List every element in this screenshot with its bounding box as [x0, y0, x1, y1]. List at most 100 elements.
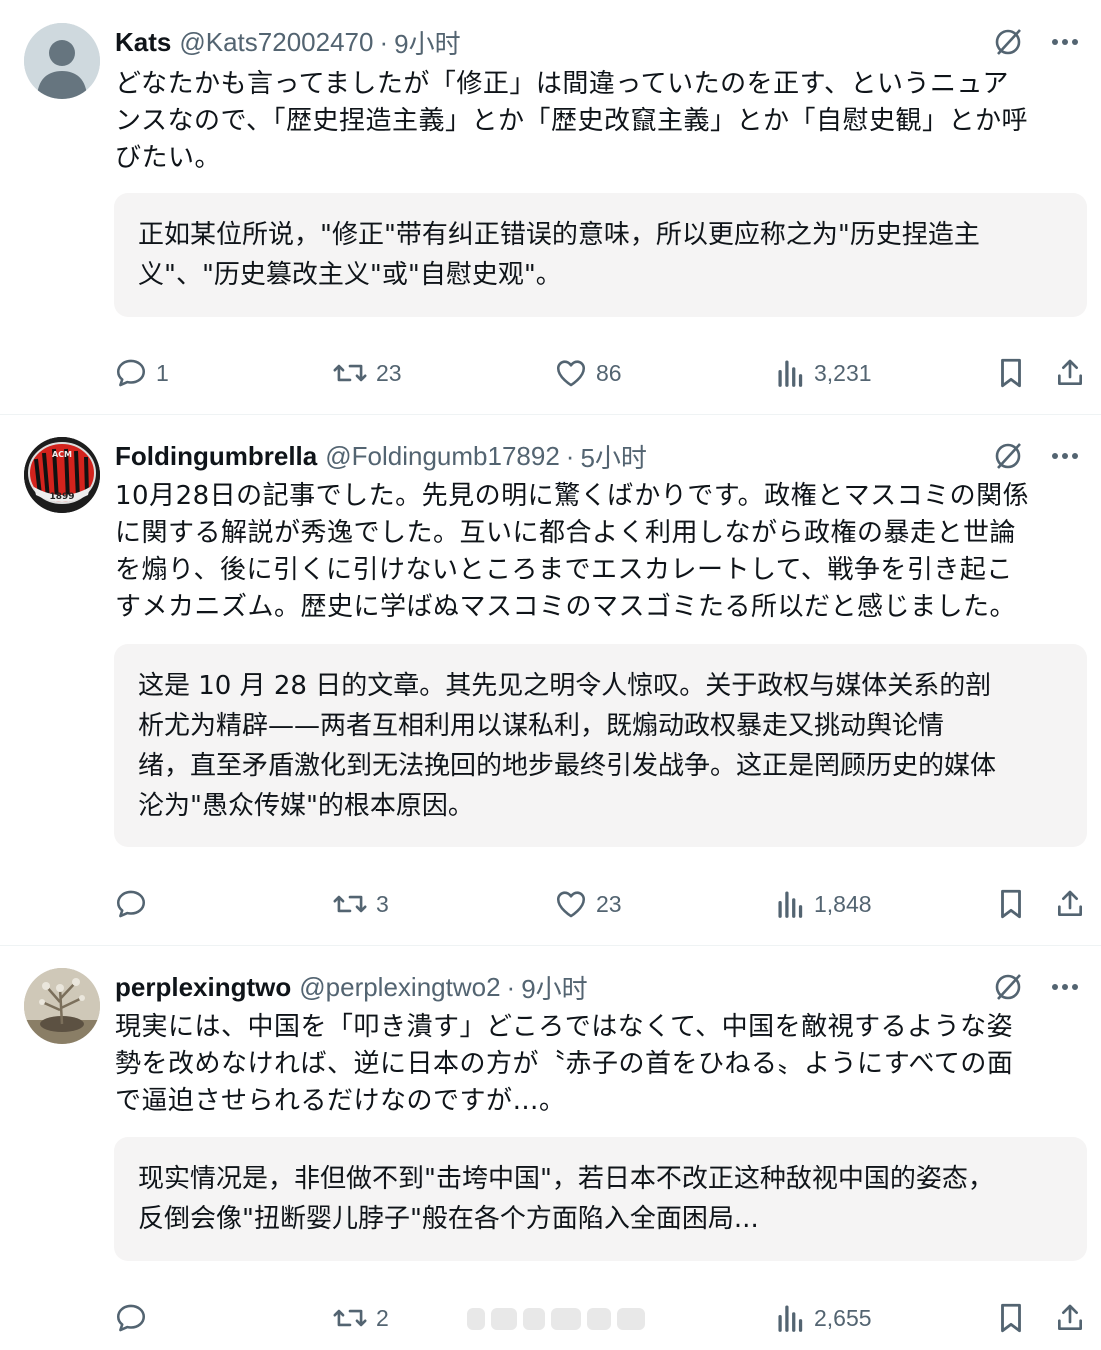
views-chart-icon: [778, 360, 803, 387]
text-line: ンスなので、「歴史捏造主義」とか「歴史改竄主義」とか「自慰史観」とか呼: [115, 106, 1028, 136]
post-time[interactable]: 5小时: [580, 438, 646, 475]
share-button[interactable]: [1054, 1298, 1086, 1338]
bookmark-icon: [1001, 889, 1021, 919]
separator-dot: ·: [506, 971, 516, 1002]
translation-line: 析尤为精辟——两者互相利用以谋私利，既煽动政权暴走又挑动舆论情: [138, 711, 945, 741]
header-icons: [991, 970, 1079, 1004]
heart-icon: [556, 360, 586, 387]
repost-button[interactable]: 2: [332, 1298, 389, 1338]
translation-line: 这是 10 月 28 日的文章。其先见之明令人惊叹。关于政权与媒体关系的剖: [138, 671, 992, 701]
header-icons: [991, 25, 1079, 59]
more-options-icon[interactable]: [1051, 982, 1079, 992]
bookmark-button[interactable]: [996, 884, 1026, 924]
action-bar: 1 23 86 3,231: [114, 353, 1089, 393]
like-button[interactable]: 23: [554, 884, 622, 924]
action-bar: 3 23 1,848: [114, 884, 1089, 924]
like-count: 86: [596, 359, 622, 386]
post-text: 10月28日の記事でした。先見の明に驚くばかりです。政権とマスコミの関係 に関す…: [115, 478, 1090, 626]
more-options-icon[interactable]: [1051, 451, 1079, 461]
reply-icon: [116, 1304, 146, 1332]
avatar[interactable]: [24, 968, 100, 1044]
views-button[interactable]: 1,848: [776, 884, 872, 924]
text-line: びたい。: [115, 143, 222, 173]
like-count: 23: [596, 890, 622, 917]
translation-box: 这是 10 月 28 日的文章。其先见之明令人惊叹。关于政权与媒体关系的剖 析尤…: [114, 644, 1087, 847]
views-count: 3,231: [814, 359, 872, 386]
default-avatar-icon: [24, 23, 100, 99]
text-line: どなたかも言ってましたが「修正」は間違っていたのを正す、というニュア: [115, 69, 1009, 99]
views-button[interactable]: 3,231: [776, 353, 872, 393]
repost-count: 2: [376, 1304, 389, 1331]
translation-box: 正如某位所说，"修正"带有纠正错误的意味，所以更应称之为"历史捏造主 义"、"历…: [114, 193, 1087, 317]
reply-icon: [116, 359, 146, 387]
views-count: 2,655: [814, 1304, 872, 1331]
post-time[interactable]: 9小时: [521, 969, 587, 1006]
views-chart-icon: [778, 1305, 803, 1332]
plant-photo-icon: [24, 968, 100, 1044]
text-line: 現実には、中国を「叩き潰す」どころではなくて、中国を敵視するような姿: [115, 1012, 1014, 1042]
author-name[interactable]: Kats: [115, 27, 171, 58]
post-3[interactable]: perplexingtwo @perplexingtwo2 · 9小时 現実には…: [0, 946, 1101, 1350]
post-text: 現実には、中国を「叩き潰す」どころではなくて、中国を敵視するような姿 勢を改めな…: [115, 1009, 1090, 1120]
repost-count: 23: [376, 359, 402, 386]
translation-box: 现实情况是，非但做不到"击垮中国"，若日本不改正这种敌视中国的姿态， 反倒会像"…: [114, 1137, 1087, 1261]
translation-line: 沦为"愚众传媒"的根本原因。: [138, 791, 474, 821]
text-line: 勢を改めなければ、逆に日本の方が〝赤子の首をひねる〟ようにすべての面: [115, 1049, 1014, 1079]
post-header: perplexingtwo @perplexingtwo2 · 9小时: [115, 970, 588, 1004]
svg-text:ACM: ACM: [52, 450, 72, 459]
translation-line: 义"、"历史篡改主义"或"自慰史观"。: [138, 260, 562, 290]
author-name[interactable]: Foldingumbrella: [115, 441, 317, 472]
author-name[interactable]: perplexingtwo: [115, 972, 291, 1003]
translation-line: 绪，直至矛盾激化到无法挽回的地步最终引发战争。这正是罔顾历史的媒体: [138, 751, 997, 781]
more-options-icon[interactable]: [1051, 37, 1079, 47]
reply-button[interactable]: [114, 884, 156, 924]
reply-count: 1: [156, 359, 169, 386]
post-text: どなたかも言ってましたが「修正」は間違っていたのを正す、というニュア ンスなので…: [115, 66, 1090, 177]
post-time[interactable]: 9小时: [394, 24, 460, 61]
translation-line: 正如某位所说，"修正"带有纠正错误的意味，所以更应称之为"历史捏造主: [138, 220, 980, 250]
translation-line: 现实情况是，非但做不到"击垮中国"，若日本不改正这种敌视中国的姿态，: [138, 1164, 994, 1194]
share-icon: [1058, 359, 1082, 385]
text-line: すメカニズム。歴史に学ばぬマスコミのマスゴミたる所以だと感じました。: [115, 592, 1017, 622]
bookmark-button[interactable]: [996, 1298, 1026, 1338]
grok-icon[interactable]: [991, 439, 1025, 473]
author-handle[interactable]: @perplexingtwo2: [299, 972, 500, 1003]
separator-dot: ·: [565, 440, 575, 471]
author-handle[interactable]: @Foldingumb17892: [325, 441, 560, 472]
like-button[interactable]: 86: [554, 353, 622, 393]
text-line: 10月28日の記事でした。先見の明に驚くばかりです。政権とマスコミの関係: [115, 481, 1030, 511]
post-header: Foldingumbrella @Foldingumb17892 · 5小时: [115, 439, 647, 473]
author-handle[interactable]: @Kats72002470: [179, 27, 373, 58]
views-count: 1,848: [814, 890, 872, 917]
reply-icon: [116, 890, 146, 918]
views-button[interactable]: 2,655: [776, 1298, 872, 1338]
text-line: を煽り、後に引くに引けないところまでエスカレートして、戦争を引き起こ: [115, 555, 1013, 585]
bookmark-icon: [1001, 358, 1021, 388]
grok-icon[interactable]: [991, 25, 1025, 59]
bookmark-icon: [1001, 1303, 1021, 1333]
heart-icon: [556, 891, 586, 918]
repost-icon: [333, 895, 367, 913]
avatar[interactable]: 1899 ACM: [24, 437, 100, 513]
share-button[interactable]: [1054, 884, 1086, 924]
post-header: Kats @Kats72002470 · 9小时: [115, 25, 461, 59]
bookmark-button[interactable]: [996, 353, 1026, 393]
reply-button[interactable]: 1: [114, 353, 169, 393]
reply-button[interactable]: [114, 1298, 156, 1338]
views-chart-icon: [778, 891, 803, 918]
avatar[interactable]: [24, 23, 100, 99]
svg-text:1899: 1899: [49, 492, 74, 502]
repost-button[interactable]: 3: [332, 884, 389, 924]
blurred-watermark: [467, 1305, 645, 1333]
grok-icon[interactable]: [991, 970, 1025, 1004]
repost-button[interactable]: 23: [332, 353, 402, 393]
repost-icon: [333, 1309, 367, 1327]
share-icon: [1058, 890, 1082, 916]
repost-count: 3: [376, 890, 389, 917]
post-2[interactable]: 1899 ACM Foldingumbrella @Foldingumb1789…: [0, 415, 1101, 945]
separator-dot: ·: [379, 26, 389, 57]
share-button[interactable]: [1054, 353, 1086, 393]
repost-icon: [333, 364, 367, 382]
post-1[interactable]: Kats @Kats72002470 · 9小时 どなたかも言ってましたが「修正…: [0, 0, 1101, 414]
text-line: に関する解説が秀逸でした。互いに都合よく利用しながら政権の暴走と世論: [115, 518, 1017, 548]
